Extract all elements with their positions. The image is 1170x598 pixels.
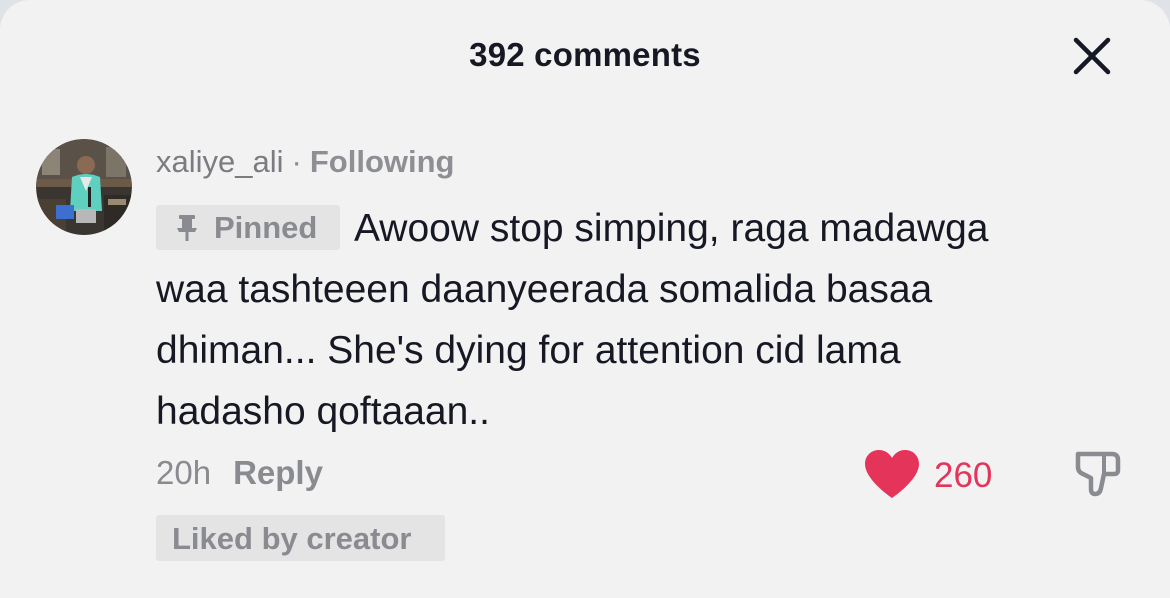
liked-by-creator-badge: Liked by creator xyxy=(156,515,445,561)
comment-time: 20h xyxy=(156,454,212,491)
like-count: 260 xyxy=(934,456,993,495)
thumbs-down-icon xyxy=(1075,451,1121,497)
heart-icon xyxy=(865,450,919,498)
pin-icon xyxy=(177,215,197,241)
pinned-badge: Pinned xyxy=(156,205,340,250)
comment-actions: 20h Reply xyxy=(156,454,323,500)
like-button[interactable] xyxy=(862,448,922,502)
comment-item: xaliye_ali · Following Awoow stop simping,… xyxy=(0,0,1170,598)
following-label: Following xyxy=(309,144,455,179)
username[interactable]: xaliye_ali xyxy=(156,144,284,179)
liked-by-creator-label: Liked by creator xyxy=(172,521,412,556)
comments-sheet: 392 comments xaliye_ali · Following Awoo… xyxy=(0,0,1170,598)
user-avatar[interactable] xyxy=(36,139,132,235)
reply-button[interactable]: Reply xyxy=(233,454,323,491)
pinned-label: Pinned xyxy=(214,210,318,245)
separator-dot: · xyxy=(291,144,302,179)
dislike-button[interactable] xyxy=(1072,448,1126,502)
comment-meta: xaliye_ali · Following xyxy=(156,144,454,184)
